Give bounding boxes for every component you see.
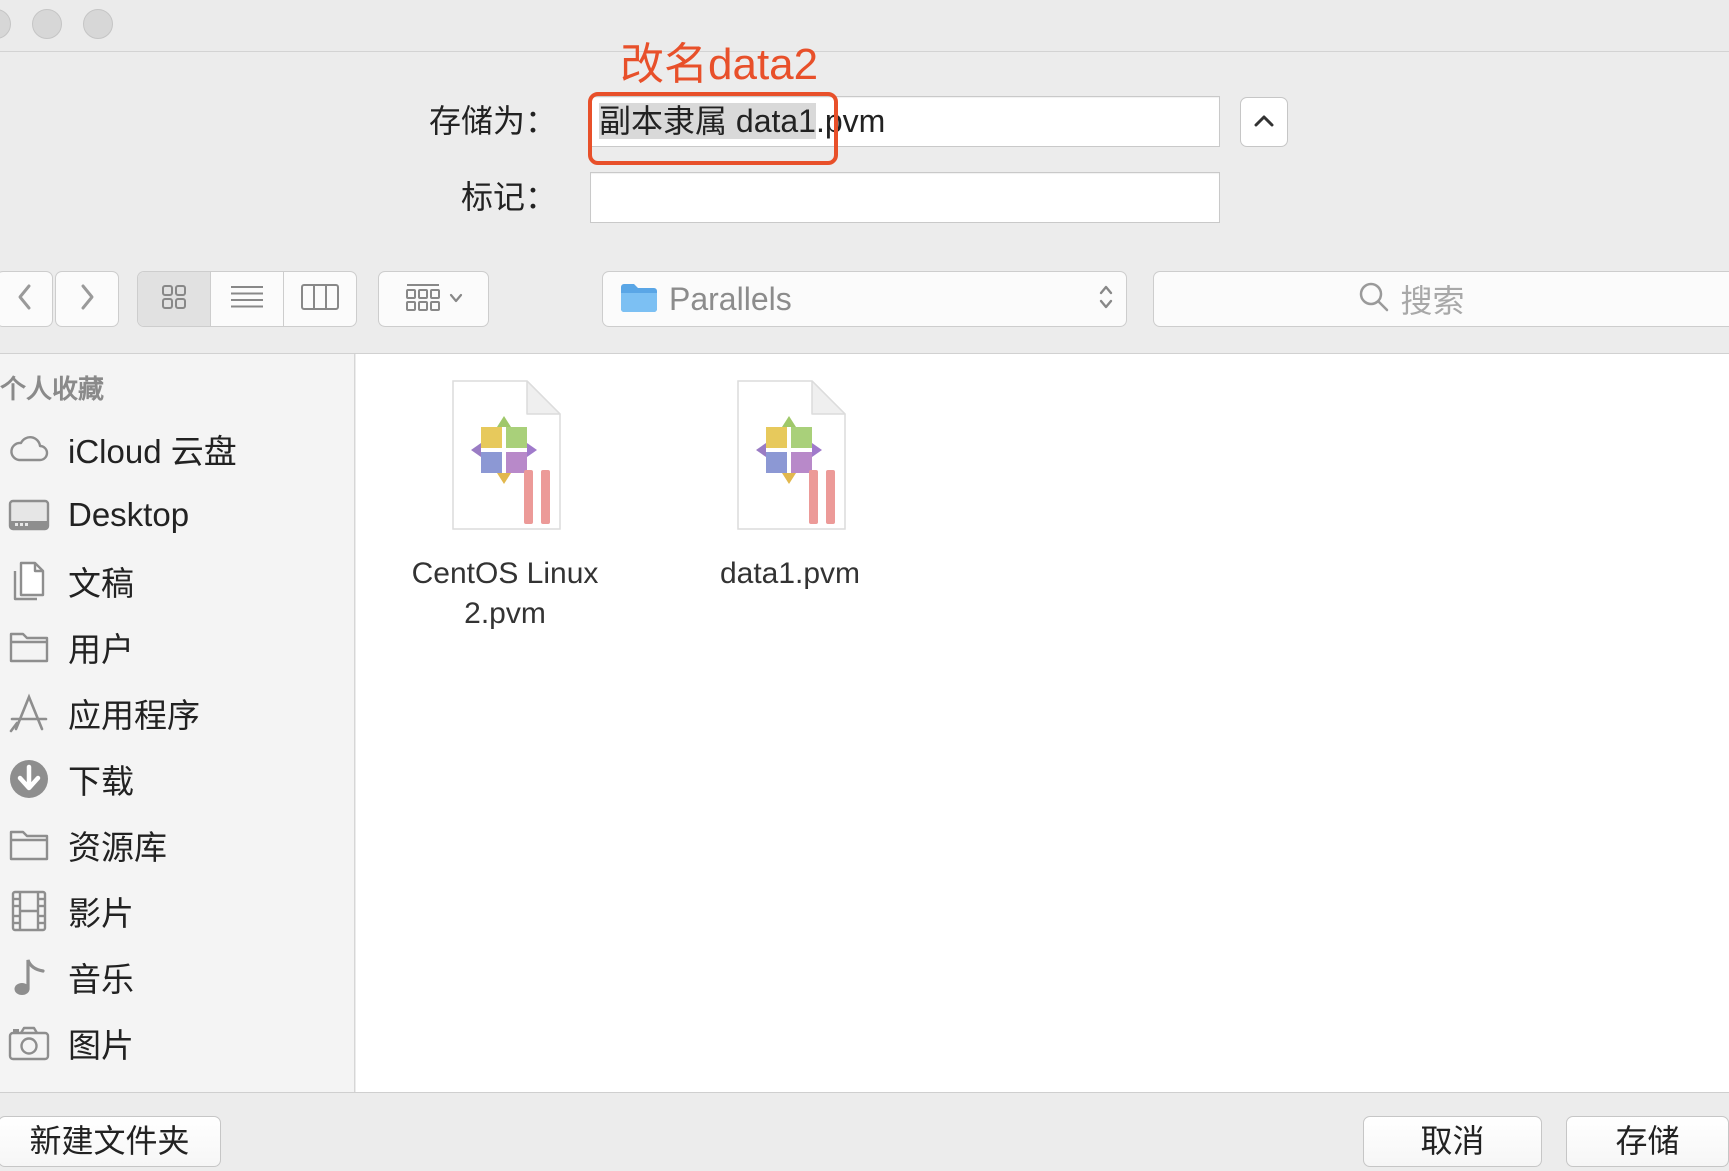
file-name: CentOS Linux 2.pvm bbox=[411, 557, 599, 630]
sidebar: 个人收藏 iCloud 云盘 Desktop 文稿 用户 应用程序 下载 资源库… bbox=[0, 354, 355, 1092]
list-view-button[interactable] bbox=[211, 272, 284, 326]
folder-icon bbox=[619, 281, 659, 318]
minimize-button[interactable] bbox=[32, 9, 62, 39]
group-by-icon bbox=[405, 282, 441, 317]
file-item[interactable]: data1.pvm bbox=[670, 378, 910, 594]
sidebar-item-label: 用户 bbox=[68, 631, 134, 668]
folder-icon bbox=[7, 823, 51, 867]
sidebar-item-label: 音乐 bbox=[68, 961, 134, 998]
column-view-button[interactable] bbox=[284, 272, 356, 326]
save-as-label: 存储为： bbox=[428, 103, 557, 139]
music-note-icon bbox=[7, 955, 51, 999]
cloud-icon bbox=[7, 427, 51, 471]
chevron-left-icon bbox=[15, 282, 35, 317]
sidebar-item-documents[interactable]: 文稿 bbox=[0, 548, 354, 614]
up-down-chevron-icon bbox=[1098, 282, 1114, 317]
location-label: Parallels bbox=[669, 280, 792, 317]
expand-dialog-button[interactable] bbox=[1240, 97, 1288, 147]
sidebar-item-label: 文稿 bbox=[68, 565, 134, 602]
forward-button[interactable] bbox=[55, 271, 119, 327]
icon-view-button[interactable] bbox=[138, 272, 211, 326]
chevron-up-icon bbox=[1253, 113, 1275, 132]
sidebar-item-label: 图片 bbox=[68, 1027, 134, 1064]
tags-label: 标记： bbox=[460, 179, 557, 215]
zoom-button[interactable] bbox=[83, 9, 113, 39]
sidebar-item-label: 下载 bbox=[68, 763, 134, 800]
sidebar-item-pictures[interactable]: 图片 bbox=[0, 1010, 354, 1076]
file-name: data1.pvm bbox=[719, 557, 861, 590]
search-icon bbox=[1358, 281, 1390, 318]
parallels-vm-file-icon bbox=[447, 378, 563, 532]
sidebar-item-downloads[interactable]: 下载 bbox=[0, 746, 354, 812]
sidebar-item-music[interactable]: 音乐 bbox=[0, 944, 354, 1010]
list-view-icon bbox=[229, 284, 265, 315]
back-button[interactable] bbox=[0, 271, 53, 327]
sidebar-item-label: iCloud 云盘 bbox=[68, 433, 237, 470]
parallels-vm-file-icon bbox=[732, 378, 848, 532]
folder-icon bbox=[7, 625, 51, 669]
icon-view-icon bbox=[160, 283, 188, 316]
sidebar-item-label: 应用程序 bbox=[68, 697, 200, 734]
close-button[interactable] bbox=[0, 9, 11, 39]
tags-input[interactable] bbox=[590, 172, 1220, 223]
applications-icon bbox=[7, 691, 51, 735]
sidebar-item-library[interactable]: 资源库 bbox=[0, 812, 354, 878]
filename-extension-text: .pvm bbox=[815, 103, 886, 139]
sidebar-item-label: 资源库 bbox=[68, 829, 167, 866]
film-icon bbox=[7, 889, 51, 933]
documents-icon bbox=[7, 559, 51, 603]
desktop-icon bbox=[7, 493, 51, 537]
sidebar-item-users[interactable]: 用户 bbox=[0, 614, 354, 680]
chevron-right-icon bbox=[77, 282, 97, 317]
selected-filename-text: 副本隶属 data1 bbox=[599, 103, 816, 139]
sidebar-item-desktop[interactable]: Desktop bbox=[0, 482, 354, 548]
view-mode-control bbox=[137, 271, 357, 327]
save-as-input[interactable]: 副本隶属 data1.pvm bbox=[590, 96, 1220, 147]
title-bar bbox=[0, 0, 1729, 52]
sidebar-heading-favorites: 个人收藏 bbox=[0, 374, 105, 404]
column-view-icon bbox=[301, 283, 339, 315]
search-placeholder: 搜索 bbox=[1400, 283, 1465, 319]
chevron-down-icon bbox=[449, 290, 463, 308]
file-item[interactable]: CentOS Linux 2.pvm bbox=[385, 378, 625, 634]
location-popup[interactable]: Parallels bbox=[602, 271, 1127, 327]
sidebar-item-movies[interactable]: 影片 bbox=[0, 878, 354, 944]
sidebar-item-icloud[interactable]: iCloud 云盘 bbox=[0, 416, 354, 482]
sidebar-item-label: Desktop bbox=[68, 496, 190, 533]
search-field[interactable]: 搜索 bbox=[1153, 271, 1729, 327]
sidebar-item-label: 影片 bbox=[68, 895, 134, 932]
sidebar-item-applications[interactable]: 应用程序 bbox=[0, 680, 354, 746]
group-by-button[interactable] bbox=[378, 271, 489, 327]
camera-icon bbox=[7, 1021, 51, 1065]
cancel-button[interactable]: 取消 bbox=[1363, 1116, 1542, 1167]
new-folder-button[interactable]: 新建文件夹 bbox=[0, 1116, 221, 1167]
download-icon bbox=[7, 757, 51, 801]
annotation-text: 改名data2 bbox=[620, 40, 819, 89]
save-button[interactable]: 存储 bbox=[1566, 1116, 1729, 1167]
